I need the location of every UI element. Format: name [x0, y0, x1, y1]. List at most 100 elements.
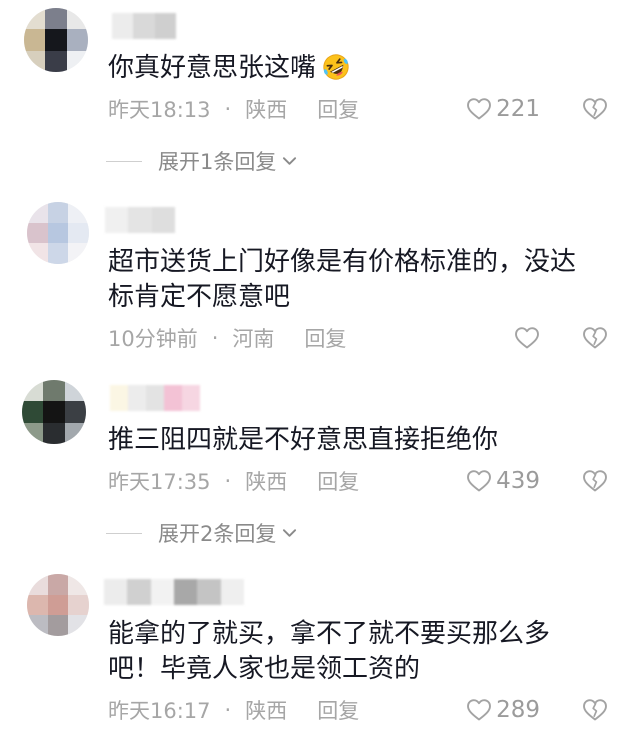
avatar-mosaic-cell — [64, 401, 86, 423]
chevron-down-icon[interactable] — [282, 528, 297, 538]
username-blur-cell — [128, 385, 146, 411]
avatar[interactable] — [22, 380, 86, 444]
username-blurred[interactable] — [105, 207, 175, 233]
reply-button[interactable]: 回复 — [304, 323, 346, 353]
like-button[interactable]: 221 — [466, 94, 540, 124]
avatar-mosaic-cell — [22, 380, 44, 402]
avatar-mosaic-cell — [27, 202, 48, 223]
username-blur-cell — [146, 385, 164, 411]
meta-separator: · — [224, 469, 232, 493]
avatar-mosaic-cell — [47, 574, 69, 595]
username-blur-cell — [104, 579, 128, 605]
username-blur-cell — [150, 579, 174, 605]
comment-region: 陕西 — [245, 699, 288, 723]
heart-outline-icon[interactable] — [466, 698, 492, 722]
avatar-mosaic-cell — [43, 401, 65, 423]
avatar-mosaic-cell — [66, 8, 88, 30]
username-blur-cell — [173, 579, 198, 605]
avatar-mosaic-cell — [45, 29, 67, 51]
expand-replies-label[interactable]: 展开1条回复 — [158, 146, 276, 176]
username-blur-cell — [133, 13, 155, 39]
avatar-mosaic-cell — [68, 222, 89, 244]
comment-region: 陕西 — [245, 98, 288, 122]
username-blur-cell — [220, 579, 244, 605]
avatar-mosaic-cell — [47, 615, 69, 636]
username-blur-cell — [128, 207, 152, 233]
expand-replies-label[interactable]: 展开2条回复 — [158, 518, 276, 548]
username-blurred[interactable] — [110, 385, 200, 411]
like-button[interactable]: 289 — [466, 695, 540, 725]
like-count: 289 — [496, 697, 540, 723]
comment-meta: 昨天16:17 · 陕西 回复 289 — [108, 695, 640, 725]
comment-text-line: 能拿的了就买，拿不了就不要买那么多 — [108, 619, 551, 649]
heart-outline-icon[interactable] — [466, 97, 492, 121]
comment-text[interactable]: 超市送货上门好像是有价格标准的，没达 标肯定不愿意吧 — [108, 245, 640, 315]
avatar-mosaic-cell — [27, 615, 48, 636]
heart-outline-icon[interactable] — [514, 326, 540, 350]
username-blur-cell — [151, 207, 175, 233]
avatar-mosaic-cell — [27, 574, 48, 595]
username-blur-cell — [110, 385, 128, 411]
broken-heart-icon[interactable] — [582, 97, 608, 121]
like-count: 439 — [496, 468, 540, 494]
reply-button[interactable]: 回复 — [317, 466, 359, 496]
comment-body: 你真好意思张这嘴 昨天18:13 · 陕西 回复 221 展开1条回复 — [106, 8, 640, 176]
avatar-mosaic-cell — [45, 50, 67, 72]
avatar-mosaic-cell — [68, 243, 89, 264]
heart-outline-icon[interactable] — [466, 469, 492, 493]
username-blurred[interactable] — [104, 579, 244, 605]
comment-body: 推三阻四就是不好意思直接拒绝你 昨天17:35 · 陕西 回复 439 展开2条… — [106, 380, 640, 548]
expand-replies-button[interactable]: 展开2条回复 — [106, 518, 640, 548]
avatar-mosaic-cell — [24, 8, 46, 30]
meta-separator: · — [224, 97, 232, 121]
expand-replies-button[interactable]: 展开1条回复 — [106, 146, 640, 176]
like-button[interactable]: 439 — [466, 466, 540, 496]
comment-text-line: 你真好意思张这嘴 — [108, 51, 640, 86]
comment-text[interactable]: 你真好意思张这嘴 — [108, 51, 640, 86]
comment-text-line: 推三阻四就是不好意思直接拒绝你 — [108, 425, 499, 455]
username-blur-cell — [182, 385, 200, 411]
username-blur-cell — [105, 207, 129, 233]
username-blur-cell — [197, 579, 221, 605]
comment-region: 陕西 — [245, 470, 288, 494]
avatar-mosaic-cell — [47, 243, 69, 264]
expand-divider-line — [106, 160, 142, 162]
username-blur-cell — [154, 13, 176, 39]
chevron-down-icon[interactable] — [282, 156, 297, 166]
comment-text-line: 吧！毕竟人家也是领工资的 — [108, 654, 421, 684]
comment-time: 10分钟前 — [108, 327, 198, 351]
avatar-mosaic-cell — [68, 615, 89, 636]
avatar-mosaic-cell — [27, 222, 48, 244]
like-button[interactable] — [514, 323, 540, 353]
avatar-mosaic-cell — [22, 401, 44, 423]
broken-heart-icon[interactable] — [582, 469, 608, 493]
comment-text[interactable]: 推三阻四就是不好意思直接拒绝你 — [108, 423, 640, 458]
expand-divider-line — [106, 532, 142, 534]
reply-button[interactable]: 回复 — [317, 695, 359, 725]
avatar-mosaic-cell — [47, 222, 69, 244]
avatar-mosaic-cell — [68, 594, 89, 616]
broken-heart-icon[interactable] — [582, 698, 608, 722]
avatar-mosaic-cell — [66, 50, 88, 72]
avatar-mosaic-cell — [66, 29, 88, 51]
avatar-mosaic-cell — [47, 202, 69, 223]
avatar[interactable] — [27, 202, 89, 264]
avatar-mosaic-cell — [45, 8, 67, 30]
reply-button[interactable]: 回复 — [317, 94, 359, 124]
avatar-mosaic-cell — [68, 202, 89, 223]
avatar-mosaic-cell — [27, 243, 48, 264]
avatar[interactable] — [24, 8, 88, 72]
comment-body: 超市送货上门好像是有价格标准的，没达 标肯定不愿意吧 10分钟前 · 河南 回复 — [105, 202, 640, 353]
comment-region: 河南 — [232, 327, 275, 351]
avatar-mosaic-cell — [27, 594, 48, 616]
avatar[interactable] — [27, 574, 89, 636]
broken-heart-icon[interactable] — [582, 326, 608, 350]
username-blur-cell — [127, 579, 151, 605]
rofl-emoji-icon — [321, 52, 351, 82]
comment-meta: 10分钟前 · 河南 回复 — [108, 323, 640, 353]
comment-body: 能拿的了就买，拿不了就不要买那么多 吧！毕竟人家也是领工资的 昨天16:17 ·… — [104, 574, 640, 725]
username-blurred[interactable] — [112, 13, 176, 39]
avatar-mosaic-cell — [24, 29, 46, 51]
comment-text[interactable]: 能拿的了就买，拿不了就不要买那么多 吧！毕竟人家也是领工资的 — [108, 617, 640, 687]
like-count: 221 — [496, 96, 540, 122]
